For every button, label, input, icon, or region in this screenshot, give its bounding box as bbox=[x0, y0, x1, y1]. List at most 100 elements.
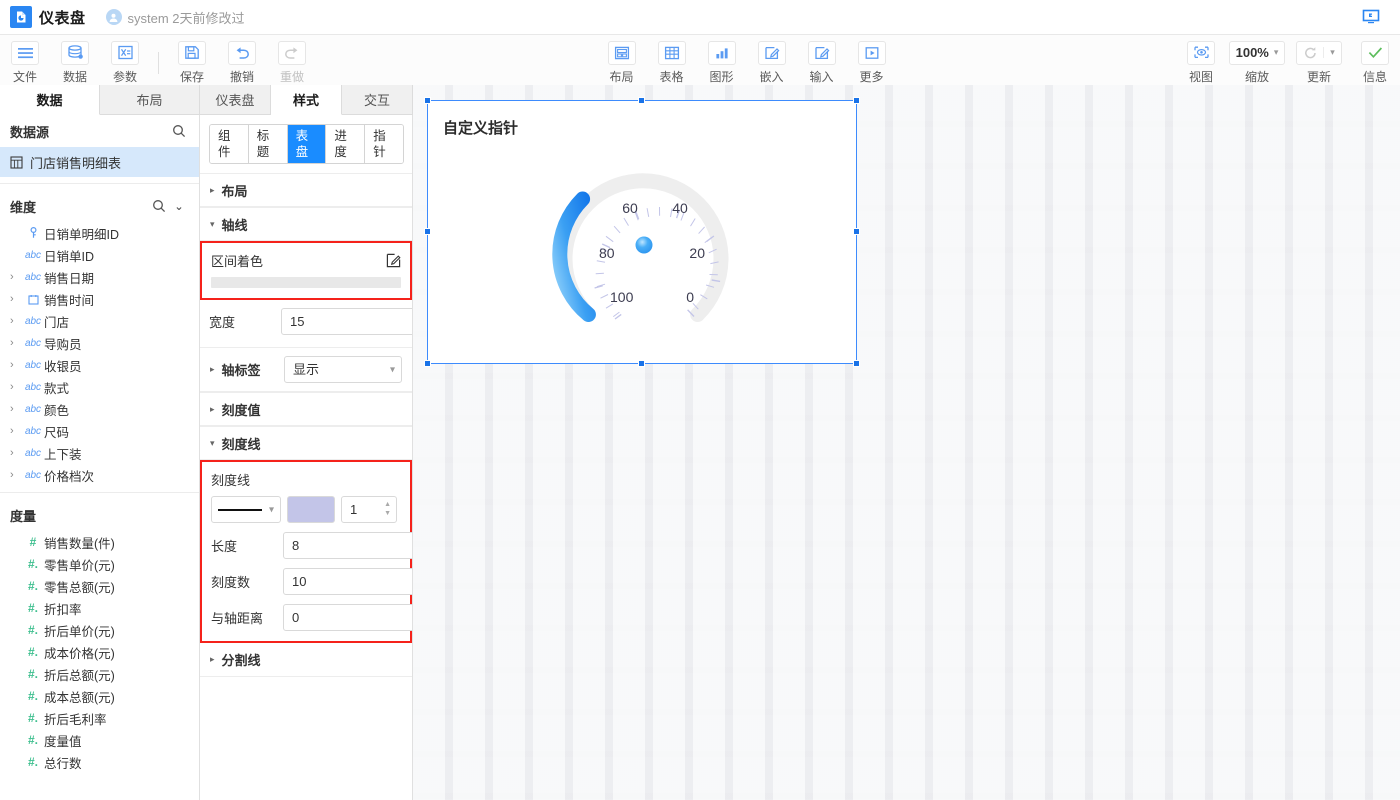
list-item[interactable]: › #. 折扣率 bbox=[0, 597, 199, 619]
list-item[interactable]: › #. 折后总额(元) bbox=[0, 663, 199, 685]
tick-length-input[interactable] bbox=[283, 532, 413, 559]
group-split-line-header[interactable]: ▸ 分割线 bbox=[200, 643, 412, 677]
subtab-pointer[interactable]: 指针 bbox=[365, 125, 403, 163]
expand-caret[interactable]: › bbox=[10, 293, 22, 305]
toolbar-table-button[interactable]: 表格 bbox=[647, 37, 697, 89]
list-item[interactable]: › #. 零售单价(元) bbox=[0, 553, 199, 575]
toolbar-info-button[interactable]: 信息 bbox=[1350, 37, 1400, 89]
group-axis-header[interactable]: ▾ 轴线 bbox=[200, 207, 412, 241]
gauge-widget[interactable]: 自定义指针 bbox=[427, 100, 857, 364]
tab-dashboard[interactable]: 仪表盘 bbox=[200, 85, 271, 114]
expand-caret[interactable]: › bbox=[10, 447, 22, 459]
list-item[interactable]: › abc 款式 bbox=[0, 376, 199, 398]
list-item[interactable]: › #. 成本价格(元) bbox=[0, 641, 199, 663]
tick-line-style-select[interactable] bbox=[211, 496, 281, 523]
edit-square-icon[interactable] bbox=[386, 253, 401, 268]
list-item[interactable]: › abc 上下装 bbox=[0, 442, 199, 464]
expand-caret[interactable]: › bbox=[10, 469, 22, 481]
stepper-up-icon[interactable]: ▲ bbox=[384, 502, 391, 508]
list-item[interactable]: › #. 度量值 bbox=[0, 729, 199, 751]
tick-line-color-swatch[interactable] bbox=[287, 496, 335, 523]
tab-data[interactable]: 数据 bbox=[0, 85, 100, 115]
expand-caret[interactable]: › bbox=[10, 271, 22, 283]
range-color-gradient-bar[interactable] bbox=[211, 277, 401, 288]
refresh-dropdown-icon[interactable]: ▾ bbox=[1323, 47, 1341, 58]
list-item[interactable]: › abc 尺码 bbox=[0, 420, 199, 442]
axis-width-input[interactable] bbox=[281, 308, 413, 335]
axis-label-group-header[interactable]: ▸ 轴标签 bbox=[210, 360, 261, 379]
list-item[interactable]: › #. 成本总额(元) bbox=[0, 685, 199, 707]
number-field-icon: # bbox=[22, 535, 44, 549]
resize-handle-middle-right[interactable] bbox=[853, 228, 860, 235]
list-item[interactable]: › abc 门店 bbox=[0, 310, 199, 332]
expand-caret[interactable]: › bbox=[10, 315, 22, 327]
toolbar-view-button[interactable]: 视图 bbox=[1176, 37, 1226, 89]
toolbar-file-button[interactable]: 文件 bbox=[0, 37, 50, 89]
stepper-down-icon[interactable]: ▼ bbox=[384, 511, 391, 517]
toolbar-layout-button[interactable]: 布局 bbox=[597, 37, 647, 89]
panel-divider-1 bbox=[0, 183, 199, 184]
subtab-component[interactable]: 组件 bbox=[210, 125, 249, 163]
toolbar-data-button[interactable]: 数据 bbox=[50, 37, 100, 89]
expand-caret[interactable]: › bbox=[10, 359, 22, 371]
list-item[interactable]: › #. 折后毛利率 bbox=[0, 707, 199, 729]
group-tick-line-header[interactable]: ▾ 刻度线 bbox=[200, 426, 412, 460]
present-screen-icon[interactable] bbox=[1358, 6, 1384, 28]
resize-handle-bottom-left[interactable] bbox=[424, 360, 431, 367]
resize-handle-middle-left[interactable] bbox=[424, 228, 431, 235]
zoom-select[interactable]: 100% ▾ bbox=[1229, 41, 1286, 65]
tab-interaction[interactable]: 交互 bbox=[342, 85, 413, 114]
tab-layout[interactable]: 布局 bbox=[100, 85, 200, 114]
toolbar-parameter-button[interactable]: 参数 bbox=[100, 37, 150, 89]
resize-handle-bottom-right[interactable] bbox=[853, 360, 860, 367]
list-item[interactable]: › # 销售数量(件) bbox=[0, 531, 199, 553]
tick-line-weight-stepper[interactable]: ▲ ▼ bbox=[341, 496, 397, 523]
expand-caret[interactable]: › bbox=[10, 381, 22, 393]
list-item[interactable]: › abc 收银员 bbox=[0, 354, 199, 376]
group-layout-header[interactable]: ▸ 布局 bbox=[200, 173, 412, 207]
number-field-icon: #. bbox=[22, 601, 44, 615]
list-item[interactable]: › abc 价格档次 bbox=[0, 464, 199, 486]
list-item[interactable]: › abc 导购员 bbox=[0, 332, 199, 354]
resize-handle-top-left[interactable] bbox=[424, 97, 431, 104]
toolbar-undo-button[interactable]: 撤销 bbox=[217, 37, 267, 89]
tick-distance-input[interactable] bbox=[283, 604, 413, 631]
toolbar-input-button[interactable]: 输入 bbox=[797, 37, 847, 89]
search-icon[interactable] bbox=[169, 124, 189, 138]
toolbar-zoom-control[interactable]: 100% ▾ 缩放 bbox=[1226, 37, 1288, 89]
subtab-progress[interactable]: 进度 bbox=[326, 125, 365, 163]
tab-style[interactable]: 样式 bbox=[271, 85, 342, 115]
subtab-title[interactable]: 标题 bbox=[249, 125, 288, 163]
expand-caret[interactable]: › bbox=[10, 403, 22, 415]
list-item[interactable]: › 销售时间 bbox=[0, 288, 199, 310]
axis-label-select[interactable]: 显示 bbox=[284, 356, 402, 383]
subtab-dial[interactable]: 表盘 bbox=[288, 125, 327, 163]
list-item[interactable]: › #. 折后单价(元) bbox=[0, 619, 199, 641]
toolbar-refresh-button[interactable]: ▾ 更新 bbox=[1288, 37, 1350, 89]
user-avatar-icon bbox=[106, 9, 122, 25]
toolbar-more-button[interactable]: 更多 bbox=[847, 37, 897, 89]
resize-handle-top-center[interactable] bbox=[638, 97, 645, 104]
dashboard-canvas[interactable]: 自定义指针 bbox=[413, 85, 1400, 800]
resize-handle-bottom-center[interactable] bbox=[638, 360, 645, 367]
group-tick-value-header[interactable]: ▸ 刻度值 bbox=[200, 392, 412, 426]
field-name: 颜色 bbox=[44, 400, 69, 419]
resize-handle-top-right[interactable] bbox=[853, 97, 860, 104]
list-item[interactable]: › #. 零售总额(元) bbox=[0, 575, 199, 597]
stepper-arrows[interactable]: ▲ ▼ bbox=[384, 497, 391, 522]
toolbar-embed-button[interactable]: 嵌入 bbox=[747, 37, 797, 89]
toolbar-redo-button[interactable]: 重做 bbox=[267, 37, 317, 89]
list-item[interactable]: › abc 日销单ID bbox=[0, 244, 199, 266]
list-item[interactable]: › #. 总行数 bbox=[0, 751, 199, 773]
expand-caret[interactable]: › bbox=[10, 337, 22, 349]
toolbar-chart-button[interactable]: 图形 bbox=[697, 37, 747, 89]
toolbar-save-button[interactable]: 保存 bbox=[167, 37, 217, 89]
list-item[interactable]: › abc 销售日期 bbox=[0, 266, 199, 288]
search-icon[interactable] bbox=[149, 199, 169, 213]
datasource-item-store-sales[interactable]: 门店销售明细表 bbox=[0, 147, 199, 177]
list-item[interactable]: › abc 颜色 bbox=[0, 398, 199, 420]
list-item[interactable]: › 日销单明细ID bbox=[0, 222, 199, 244]
tick-count-input[interactable] bbox=[283, 568, 413, 595]
chevron-down-icon[interactable]: ⌄ bbox=[169, 200, 189, 213]
expand-caret[interactable]: › bbox=[10, 425, 22, 437]
